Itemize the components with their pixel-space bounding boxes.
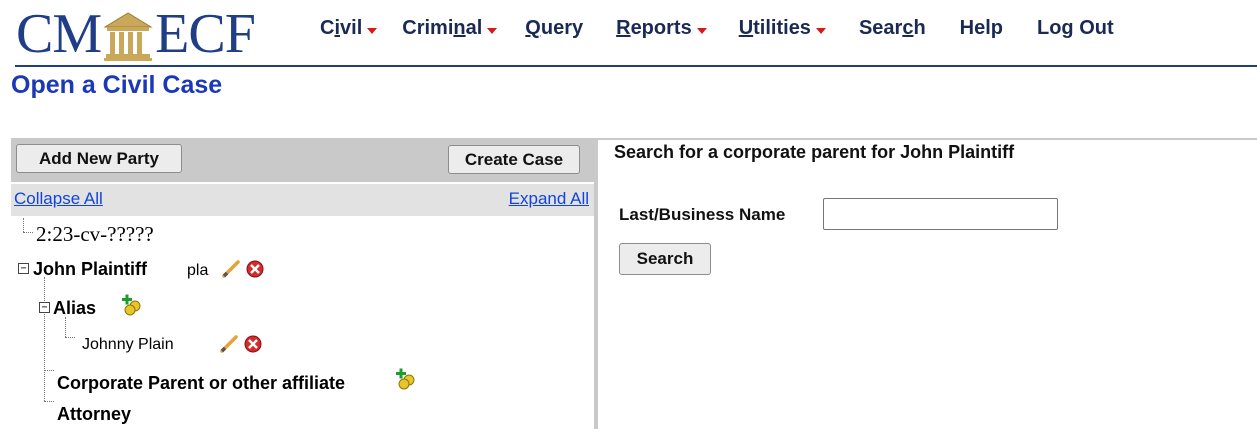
main-menu: Ci vil Crimi n al Query Reports Utilities S… — [320, 17, 1114, 40]
party-name[interactable]: John Plaintiff — [33, 259, 147, 280]
menu-query[interactable]: Query — [525, 17, 583, 40]
party-tree: 2:23-cv-????? − John Plaintiff pla − Ali… — [11, 216, 594, 429]
tree-connector — [44, 277, 45, 401]
menu-help[interactable]: Help — [960, 17, 1003, 40]
tree-connector — [23, 232, 33, 233]
logo-text-right: ECF — [155, 3, 256, 65]
minus-box-icon[interactable]: − — [18, 263, 29, 274]
delete-icon[interactable] — [245, 259, 265, 279]
alias-name[interactable]: Johnny Plain — [82, 336, 174, 354]
delete-icon[interactable] — [243, 334, 263, 354]
panel-divider[interactable] — [594, 138, 598, 429]
case-number: 2:23-cv-????? — [36, 222, 154, 246]
alias-label: Alias — [53, 298, 97, 318]
menu-civil[interactable]: Ci vil — [320, 17, 378, 40]
chevron-down-icon — [487, 27, 498, 34]
minus-box-icon[interactable]: − — [39, 302, 50, 313]
chevron-down-icon — [815, 27, 826, 34]
last-name-input[interactable] — [823, 198, 1058, 230]
tree-connector — [44, 370, 54, 371]
create-case-button[interactable]: Create Case — [448, 145, 580, 174]
menu-reports[interactable]: Reports — [616, 17, 707, 40]
add-new-party-button[interactable]: Add New Party — [16, 144, 182, 173]
right-panel-top-border — [598, 138, 1257, 140]
last-name-label: Last/Business Name — [619, 205, 786, 224]
header-divider — [15, 65, 1257, 67]
tree-connector — [65, 317, 66, 337]
pencil-icon[interactable] — [221, 259, 241, 279]
chevron-down-icon — [367, 27, 378, 34]
menu-criminal[interactable]: Crimi n al — [402, 17, 498, 40]
pencil-icon[interactable] — [219, 334, 239, 354]
attorney-label: Attorney — [57, 404, 132, 424]
party-role: pla — [187, 262, 209, 279]
tree-controls: Collapse All Expand All — [11, 184, 594, 216]
menu-log-out[interactable]: Log Out — [1037, 17, 1114, 40]
chevron-down-icon — [696, 27, 707, 34]
menu-utilities[interactable]: Utilities — [739, 17, 826, 40]
tree-connector — [65, 337, 75, 338]
logo-text-left: CM — [16, 3, 102, 65]
tree-connector — [23, 218, 24, 232]
tree-connector — [44, 401, 54, 402]
collapse-all-link[interactable]: Collapse All — [14, 189, 103, 209]
party-tree-panel: Add New Party Create Case Collapse All E… — [11, 138, 594, 429]
party-toolbar: Add New Party Create Case — [11, 138, 594, 182]
page-title: Open a Civil Case — [11, 71, 223, 99]
add-person-icon[interactable] — [120, 293, 144, 317]
header: CM ECF Ci vil Crimi n al Query Reports U… — [0, 0, 1257, 67]
expand-all-link[interactable]: Expand All — [509, 189, 589, 209]
search-button[interactable]: Search — [619, 243, 711, 275]
search-heading: Search for a corporate parent for John P… — [614, 142, 1015, 162]
courthouse-icon — [103, 12, 153, 61]
menu-search[interactable]: Sear c h — [859, 17, 926, 40]
cmecf-logo: CM ECF — [16, 3, 256, 65]
corporate-parent-label: Corporate Parent or other affiliate — [57, 373, 346, 393]
add-person-icon[interactable] — [394, 367, 418, 391]
